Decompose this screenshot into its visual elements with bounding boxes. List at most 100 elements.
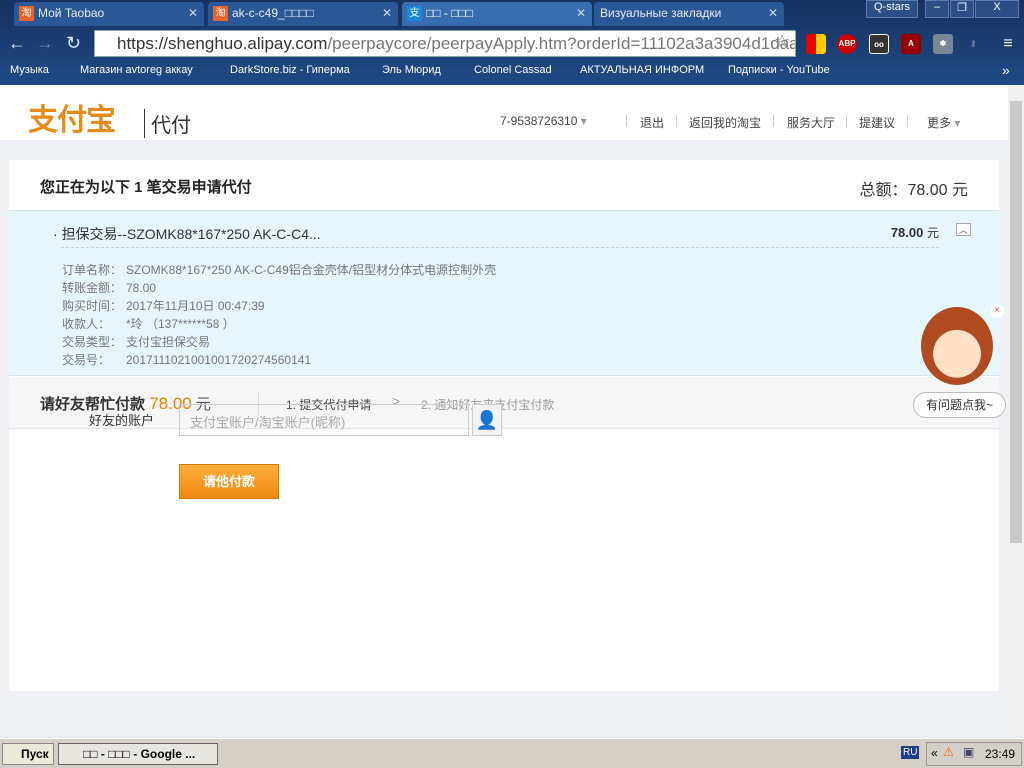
tab-label: Мой Taobao [38,6,105,20]
close-window-button[interactable]: X [975,0,1019,18]
tab-visual-bookmarks[interactable]: Визуальные закладки ✕ [594,2,784,26]
friend-account-input[interactable]: 支付宝账户/淘宝账户(昵称) [179,404,469,436]
bookmark-avtoreg[interactable]: Магазин avtoreg аккау [80,64,193,76]
taskbar: Пуск □□ - □□□ - Google ... RU « ⚠ ▣ 23:4… [0,738,1024,768]
account-name: 7-9538726310 [500,114,578,128]
more-dropdown[interactable]: 更多 ▾ [927,114,960,131]
logout-link[interactable]: 退出 [640,114,664,131]
bookmark-colonel-cassad[interactable]: Colonel Cassad [474,64,552,76]
navigation-bar: ← → ↻ https://shenghuo.alipay.com/peerpa… [0,28,1024,60]
bookmark-el-murid[interactable]: Эль Мюрид [382,64,441,76]
bookmarks-more[interactable]: » [1002,62,1010,78]
forward-icon[interactable]: → [36,33,54,54]
order-detail: · 担保交易--SZOMK88*167*250 AK-C-C4... 78.00… [9,210,999,376]
network-icon[interactable]: ▣ [963,745,974,759]
step-bar: 请好友帮忙付款 78.00 元 1. 提交代付申请 > 2. 通知好友来支付宝付… [9,377,999,429]
address-bar[interactable]: https://shenghuo.alipay.com/peerpaycore/… [94,30,796,57]
profile-button[interactable]: Q-stars [866,0,918,18]
menu-icon[interactable]: ≡ [998,34,1018,54]
order-amount-value: 78.00 [890,225,924,240]
row-label: 收款人： [62,317,111,331]
start-button[interactable]: Пуск [2,743,54,765]
alipay-logo[interactable]: 支付宝 [28,95,116,139]
row-label: 订单名称： [62,263,123,277]
close-tab-icon[interactable]: ✕ [188,6,198,20]
row-label: 交易类型： [62,335,123,349]
site-header: 支付宝 代付 7-9538726310 ▾ 退出 返回我的淘宝 服务大厅 提建议… [0,85,1008,140]
currency: 元 [951,182,968,199]
contact-picker-icon[interactable]: 👤 [472,404,502,436]
tray-expand-icon[interactable]: « [931,746,938,760]
divider [61,247,939,248]
bookmark-flag-icon[interactable] [806,34,826,54]
close-icon[interactable]: × [990,304,1004,318]
extension-icon[interactable]: oo [869,34,889,54]
total-label: 总额： [859,182,908,199]
browser-chrome: 淘 Мой Taobao ✕ 淘 ak-c-c49_□□□□ ✕ 支 □□ - □□□ ✕ … [0,0,1024,85]
taobao-icon: 淘 [213,6,228,21]
tab-my-taobao[interactable]: 淘 Мой Taobao ✕ [14,2,204,26]
payee-row: 收款人： *玲 （137******58 ） [62,315,235,332]
reload-icon[interactable]: ↻ [66,33,81,54]
tab-ak-c-c49[interactable]: 淘 ak-c-c49_□□□□ ✕ [208,2,398,26]
tab-label: Визуальные закладки [600,6,722,20]
row-value: 2017111021001001720274560141 [126,353,312,367]
suggest-link[interactable]: 提建议 [859,114,895,131]
close-tab-icon[interactable]: ✕ [768,6,778,20]
row-value: 78.00 [126,281,157,295]
tray-app-icon[interactable]: ⚠ [943,745,954,759]
row-value: 支付宝担保交易 [126,335,211,349]
order-title-text: 担保交易--SZOMK88*167*250 AK-C-C4... [61,226,321,242]
restore-button[interactable]: ❐ [950,0,974,18]
alipay-icon: 支 [407,6,422,21]
divider [626,115,627,127]
tab-alipay[interactable]: 支 □□ - □□□ ✕ [402,2,592,26]
trade-number-row: 交易号： 2017111021001001720274560141 [62,351,311,368]
bookmark-youtube[interactable]: Подписки - YouTube [728,64,830,76]
row-value: 2017年11月10日 00:47:39 [126,299,265,313]
page: 支付宝 代付 7-9538726310 ▾ 退出 返回我的淘宝 服务大厅 提建议… [0,85,1008,736]
row-label: 转账金额： [62,281,123,295]
close-tab-icon[interactable]: ✕ [576,6,586,20]
peerpay-card: 您正在为以下 1 笔交易申请代付 总额：78.00 元 · 担保交易--SZOM… [9,160,999,691]
order-name-row: 订单名称： SZOMK88*167*250 AK-C-C49铝合金壳体/铝型材分体… [62,261,496,278]
row-label: 交易号： [62,353,111,367]
minimize-button[interactable]: – [925,0,949,18]
chevron-down-icon: ▾ [954,116,961,130]
system-tray: RU « ⚠ ▣ 23:49 [901,742,1022,766]
order-title: · 担保交易--SZOMK88*167*250 AK-C-C4... [53,226,321,242]
help-button[interactable]: 有问题点我~ [913,392,1006,418]
pdf-icon[interactable]: A [901,34,921,54]
more-label: 更多 [927,116,952,130]
request-pay-button[interactable]: 请他付款 [179,464,279,499]
return-taobao-link[interactable]: 返回我的淘宝 [689,114,761,131]
key-icon[interactable]: ⚷ [963,34,983,54]
bookmark-news[interactable]: АКТУАЛЬНАЯ ИНФОРМ [580,64,704,76]
scrollbar[interactable] [1008,85,1024,736]
bookmark-star-icon[interactable]: ☆ [774,31,790,52]
page-title: 您正在为以下 1 笔交易申请代付 [40,179,252,196]
taobao-icon: 淘 [19,6,34,21]
bookmark-darkstore[interactable]: DarkStore.biz - Гиперма [230,64,350,76]
total-amount: 总额：78.00 元 [859,176,968,200]
divider [676,115,677,127]
bookmark-music[interactable]: Музыка [10,64,49,76]
divider [846,115,847,127]
collapse-icon[interactable]: ︿ [956,223,971,236]
back-icon[interactable]: ← [8,33,26,54]
transfer-amount-row: 转账金额： 78.00 [62,279,156,296]
language-indicator[interactable]: RU [901,746,920,759]
taskbar-chrome-window[interactable]: □□ - □□□ - Google ... [58,743,218,765]
service-hall-link[interactable]: 服务大厅 [787,114,835,131]
mascot-avatar[interactable] [921,307,993,385]
extension-puzzle-icon[interactable]: ✱ [933,34,953,54]
account-dropdown[interactable]: 7-9538726310 ▾ [500,114,587,128]
url-host: https://shenghuo.alipay.com [117,34,328,53]
total-value: 78.00 [907,182,948,199]
scrollbar-thumb[interactable] [1010,101,1022,543]
close-tab-icon[interactable]: ✕ [382,6,392,20]
chevron-down-icon: ▾ [580,114,587,128]
order-amount: 78.00 元 [891,224,939,241]
adblock-icon[interactable]: ABP [837,34,857,54]
divider [907,115,908,127]
